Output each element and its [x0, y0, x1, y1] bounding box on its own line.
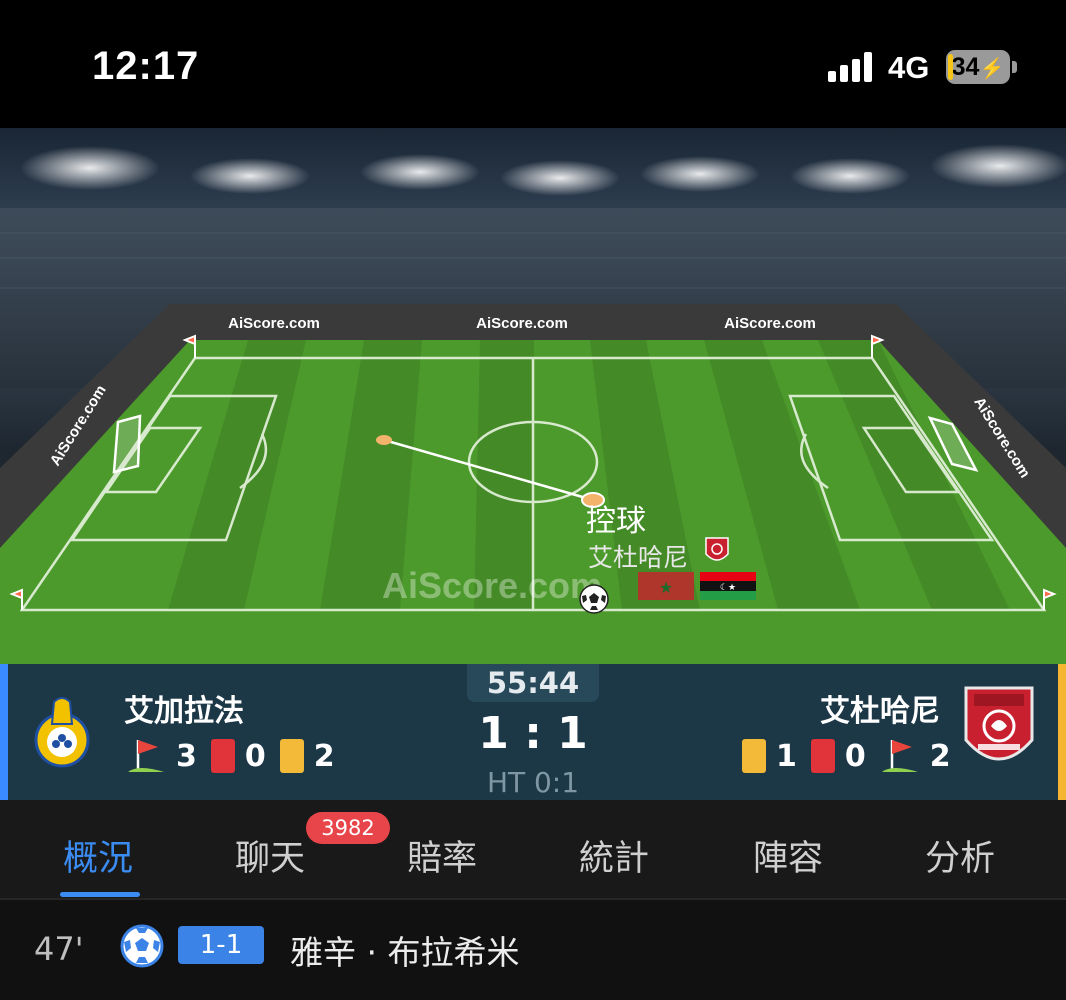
battery-charge-indicator — [948, 54, 953, 80]
sponsor-board-1: AiScore.com — [228, 315, 320, 332]
battery-icon: 34⚡ — [946, 50, 1010, 84]
home-corners: 3 — [176, 738, 197, 774]
battery-tip — [1012, 61, 1017, 73]
active-tab-indicator — [60, 892, 140, 897]
event-minute: 47' — [34, 930, 84, 968]
corner-flag-icon — [881, 740, 918, 772]
tab-stats[interactable]: 統計 — [554, 830, 674, 881]
away-team-name[interactable]: 艾杜哈尼 — [820, 686, 940, 730]
al-gharafa-crest-icon[interactable] — [32, 694, 92, 768]
red-card-icon — [810, 739, 835, 773]
away-yellow-cards: 1 — [776, 738, 797, 774]
scoreboard: 艾加拉法 3 0 2 55:44 1 : 1 HT 0:1 艾杜哈尼 1 0 2 — [0, 664, 1066, 800]
away-accent-bar — [1058, 664, 1066, 800]
status-bar: 12:17 4G 34⚡ — [0, 0, 1066, 128]
event-list-item[interactable]: 47' 1-1 雅辛 · 布拉希米 — [0, 898, 1066, 1000]
tab-bar: 概況 聊天 3982 賠率 統計 陣容 分析 — [0, 800, 1066, 898]
soccer-ball-icon — [120, 924, 164, 968]
sponsor-board-2: AiScore.com — [476, 315, 568, 332]
morocco-flag-icon: ★ — [638, 572, 694, 600]
possession-label: 控球 — [586, 504, 646, 539]
away-red-cards: 0 — [844, 738, 866, 774]
yellow-card-icon — [742, 739, 766, 773]
live-pitch-view: AiScore.com AiScore.com AiScore.com AiSc… — [0, 128, 1066, 664]
corner-flag-icon — [128, 740, 164, 772]
pitch-graphic: AiScore.com AiScore.com AiScore.com AiSc… — [0, 144, 1066, 664]
home-yellow-cards: 2 — [313, 738, 335, 774]
watermark: AiScore.com — [382, 565, 602, 606]
event-player-name[interactable]: 雅辛 · 布拉希米 — [290, 926, 519, 974]
network-type: 4G — [888, 50, 930, 85]
tab-analysis[interactable]: 分析 — [900, 830, 1020, 881]
tab-odds[interactable]: 賠率 — [382, 830, 502, 881]
stadium-lights — [20, 144, 1066, 196]
sponsor-board-3: AiScore.com — [724, 315, 816, 332]
event-score-badge: 1-1 — [178, 926, 264, 964]
svg-text:☾★: ☾★ — [720, 583, 736, 593]
home-accent-bar — [0, 664, 8, 800]
home-team-name[interactable]: 艾加拉法 — [124, 686, 244, 730]
yellow-card-icon — [279, 739, 304, 773]
halftime-score: HT 0:1 — [486, 766, 580, 799]
red-card-icon — [210, 739, 235, 773]
away-corners: 2 — [929, 738, 951, 774]
tab-lineups[interactable]: 陣容 — [728, 830, 848, 881]
ball-position-icon — [579, 584, 609, 614]
possession-team: 艾杜哈尼 — [588, 543, 689, 572]
al-duhail-crest-icon — [705, 537, 729, 561]
home-team-stats: 3 0 2 — [126, 736, 349, 776]
battery-level: 34 — [951, 53, 980, 81]
chat-badge: 3982 — [306, 812, 390, 844]
away-team-stats: 1 0 2 — [742, 736, 965, 776]
signal-strength-icon — [828, 52, 874, 82]
home-red-cards: 0 — [244, 738, 266, 774]
al-duhail-crest-icon[interactable] — [962, 684, 1036, 776]
match-score: 1 : 1 — [478, 708, 588, 759]
svg-text:★: ★ — [659, 578, 673, 597]
match-clock: 55:44 — [467, 664, 599, 702]
libya-flag-icon: ☾★ — [700, 572, 756, 600]
tab-overview[interactable]: 概況 — [38, 830, 158, 881]
status-time: 12:17 — [92, 44, 200, 88]
